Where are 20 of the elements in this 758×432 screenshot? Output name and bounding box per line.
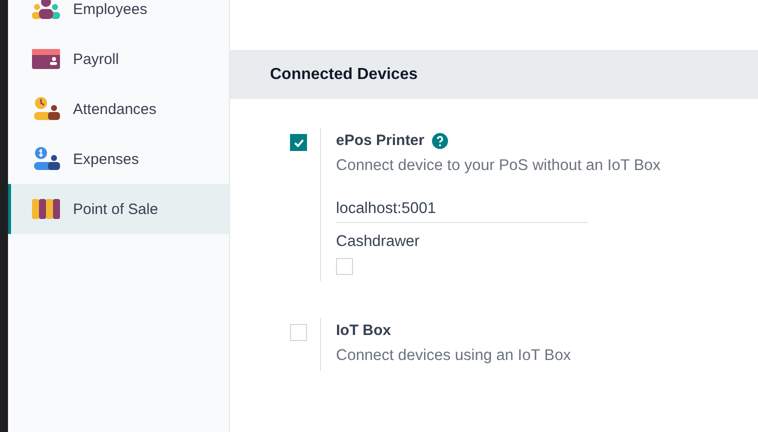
input-field[interactable]: localhost:5001	[336, 200, 588, 223]
section-title: Connected Devices	[230, 50, 758, 99]
sidebar-item[interactable]: Point of Sale	[8, 184, 229, 234]
sidebar-item[interactable]: Payroll	[8, 34, 229, 84]
sidebar-item[interactable]: Attendances	[8, 84, 229, 134]
setting-description: Connect devices using an IoT Box	[336, 347, 571, 365]
sidebar-item[interactable]: Employees	[8, 0, 229, 34]
check-icon	[294, 138, 304, 146]
money-person-icon	[31, 146, 61, 172]
sidebar-item[interactable]: Expenses	[8, 134, 229, 184]
people-icon	[31, 0, 61, 21]
clock-person-icon	[31, 96, 61, 122]
field-label: Cashdrawer	[336, 233, 421, 251]
checkbox[interactable]	[290, 134, 307, 151]
setting-title: ePos Printer	[336, 132, 424, 149]
setting-description: Connect device to your PoS without an IoT Box	[336, 157, 661, 175]
help-icon[interactable]	[432, 132, 448, 148]
setting-title: IoT Box	[336, 322, 391, 339]
card-icon	[31, 48, 61, 70]
awning-icon	[31, 198, 61, 220]
